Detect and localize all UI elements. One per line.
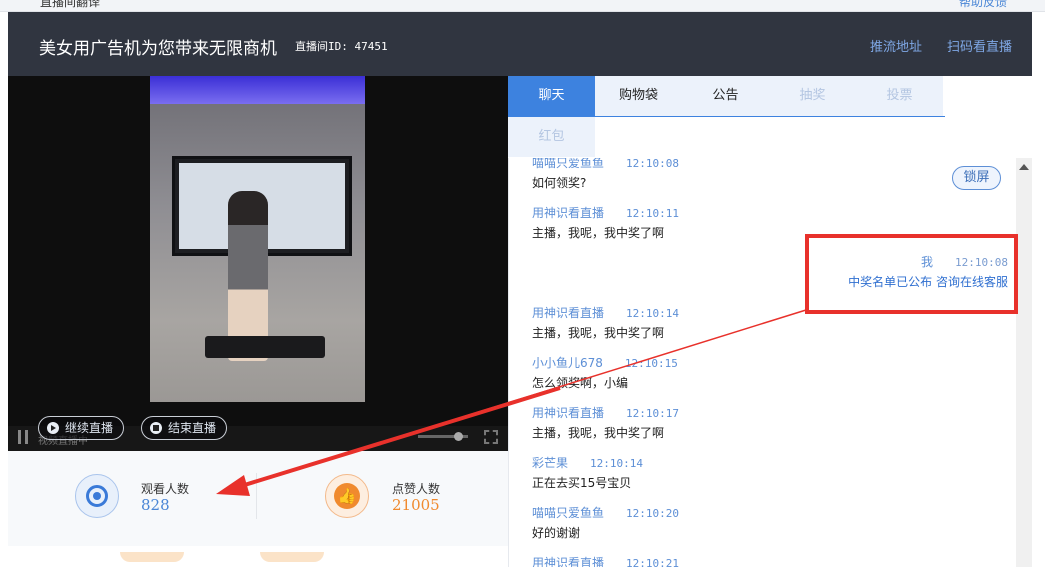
- chat-time: 12:10:15: [624, 357, 678, 370]
- chat-username[interactable]: 喵喵只爱鱼鱼: [532, 506, 604, 520]
- tab-red-packet[interactable]: 红包: [508, 117, 595, 157]
- chat-message: 喵喵只爱鱼鱼 12:10:08 如何领奖?: [532, 158, 679, 191]
- chat-username[interactable]: 用神识看直播: [532, 206, 604, 220]
- live-header: 美女用广告机为您带来无限商机 直播间ID: 47451 推流地址 扫码看直播: [8, 12, 1032, 76]
- chat-time: 12:10:11: [626, 207, 679, 220]
- chat-time: 12:10:21: [626, 557, 679, 567]
- fullscreen-icon[interactable]: [484, 430, 498, 444]
- end-live-label: 结束直播: [168, 421, 217, 435]
- decor-pill: [120, 552, 184, 562]
- chat-text: 主播，我呢，我中奖了啊: [532, 426, 665, 440]
- stats-divider: [256, 473, 257, 519]
- top-strip: 直播间翻译 帮助反馈: [0, 0, 1045, 12]
- pause-icon[interactable]: [18, 430, 28, 444]
- tab-lottery[interactable]: 抽奖: [769, 76, 856, 116]
- end-live-button[interactable]: 结束直播: [141, 416, 228, 440]
- stop-icon: [150, 422, 162, 434]
- scan-qr-link[interactable]: 扫码看直播: [947, 36, 1012, 55]
- chat-text: 主播，我呢，我中奖了啊: [532, 226, 665, 240]
- chat-message: 用神识看直播 12:10:17 主播，我呢，我中奖了啊: [532, 404, 679, 441]
- scroll-up-icon[interactable]: [1019, 164, 1029, 170]
- chat-time: 12:10:08: [626, 158, 679, 170]
- room-id: 直播间ID: 47451: [295, 40, 388, 53]
- chat-message: 用神识看直播 12:10:11 主播，我呢，我中奖了啊: [532, 204, 679, 241]
- chat-text: 主播，我呢，我中奖了啊: [532, 326, 665, 340]
- chat-username[interactable]: 用神识看直播: [532, 406, 604, 420]
- chat-username[interactable]: 小小鱼儿678: [532, 356, 603, 370]
- stats-bottom-strip: [8, 546, 508, 567]
- chat-time: 12:10:17: [626, 407, 679, 420]
- chat-text: 正在去买15号宝贝: [532, 476, 632, 490]
- volume-slider[interactable]: [418, 432, 468, 441]
- tab-chat[interactable]: 聊天: [508, 76, 595, 116]
- chat-message: 彩芒果 12:10:14 正在去买15号宝贝: [532, 454, 643, 491]
- chat-message: 喵喵只爱鱼鱼 12:10:20 好的谢谢: [532, 504, 679, 541]
- volume-knob[interactable]: [454, 432, 463, 441]
- chat-message: 用神识看直播 12:10:21: [532, 554, 679, 567]
- chat-time: 12:10:20: [626, 507, 679, 520]
- chat-time: 12:10:14: [590, 457, 643, 470]
- eye-icon: [75, 474, 119, 518]
- continue-live-label: 继续直播: [65, 421, 114, 435]
- chat-username[interactable]: 彩芒果: [532, 456, 568, 470]
- tab-vote[interactable]: 投票: [856, 76, 943, 116]
- chat-text: 如何领奖?: [532, 176, 587, 190]
- likes-count: 21005: [392, 496, 440, 514]
- viewers-label: 观看人数: [141, 482, 190, 496]
- chat-text: 好的谢谢: [532, 526, 581, 540]
- annotation-highlight-box: [805, 234, 1018, 314]
- page-title: 美女用广告机为您带来无限商机: [39, 39, 277, 59]
- chat-message: 小小鱼儿678 12:10:15 怎么领奖啊，小编: [532, 354, 678, 391]
- chat-time: 12:10:14: [626, 307, 679, 320]
- video-ceiling-light: [150, 76, 365, 104]
- viewers-count: 828: [141, 496, 170, 514]
- chat-panel: 喵喵只爱鱼鱼 12:10:08 如何领奖? 锁屏 用神识看直播 12:10:11 主…: [508, 158, 1016, 567]
- top-strip-right-link[interactable]: 帮助反馈: [959, 0, 1007, 10]
- panel-tabs: 聊天 购物袋 公告 抽奖 投票 红包: [508, 76, 945, 158]
- tab-notice[interactable]: 公告: [682, 76, 769, 116]
- push-stream-link[interactable]: 推流地址: [870, 36, 922, 55]
- chat-username[interactable]: 用神识看直播: [532, 306, 604, 320]
- thumbs-up-icon: 👍: [325, 474, 369, 518]
- top-strip-left-text: 直播间翻译: [40, 0, 101, 9]
- lock-screen-button[interactable]: 锁屏: [952, 166, 1001, 190]
- likes-label: 点赞人数: [392, 482, 441, 496]
- chat-scrollbar[interactable]: [1016, 158, 1032, 567]
- live-video-frame: [150, 76, 365, 402]
- stats-panel: 观看人数 828 👍 点赞人数 21005: [8, 451, 508, 546]
- chat-text: 怎么领奖啊，小编: [532, 376, 629, 390]
- chat-username[interactable]: 用神识看直播: [532, 556, 604, 567]
- play-icon: [47, 422, 59, 434]
- continue-live-button[interactable]: 继续直播: [38, 416, 125, 440]
- tab-shopping-bag[interactable]: 购物袋: [595, 76, 682, 116]
- chat-username[interactable]: 喵喵只爱鱼鱼: [532, 158, 604, 170]
- video-player[interactable]: 视频直播中 继续直播 结束直播: [8, 76, 508, 451]
- video-screen-stand: [205, 336, 325, 358]
- chat-message: 用神识看直播 12:10:14 主播，我呢，我中奖了啊: [532, 304, 679, 341]
- decor-pill: [260, 552, 324, 562]
